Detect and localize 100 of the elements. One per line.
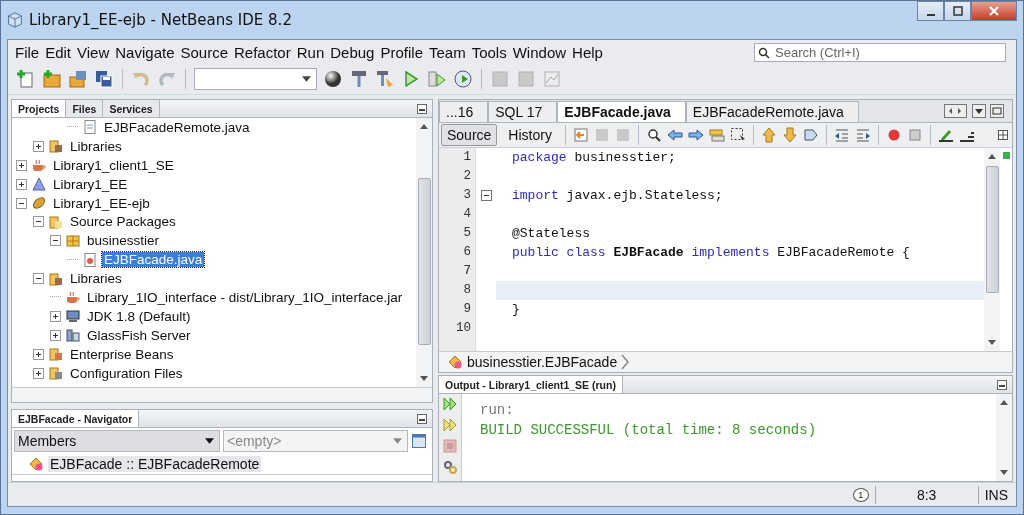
view-tab[interactable]: Source xyxy=(441,124,498,146)
down-arrow-icon[interactable] xyxy=(781,127,798,143)
shift-left-icon[interactable] xyxy=(833,127,850,143)
tree-item[interactable]: Library1_client1_SE xyxy=(51,157,176,173)
minimize-icon[interactable] xyxy=(417,103,427,114)
close-button[interactable] xyxy=(971,1,1017,21)
scroll-up-icon[interactable] xyxy=(420,124,428,129)
notifications-icon[interactable]: 1 xyxy=(852,487,869,502)
shift-right-icon[interactable] xyxy=(854,127,871,143)
menu-item[interactable]: Debug xyxy=(327,43,378,61)
tree-item[interactable]: Configuration Files xyxy=(68,365,185,381)
panel-tab[interactable]: Output - Library1_client1_SE (run) xyxy=(439,376,623,393)
tree-toggle-icon[interactable] xyxy=(16,178,27,190)
minimize-button[interactable] xyxy=(917,1,944,21)
tree-item[interactable]: Libraries xyxy=(68,271,124,287)
tree-toggle-icon[interactable] xyxy=(33,140,44,152)
right-arrow-icon[interactable] xyxy=(687,127,704,143)
comment-icon[interactable] xyxy=(937,127,954,143)
scroll-down-icon[interactable] xyxy=(420,376,428,381)
editor-tab[interactable]: EJBFacade.java xyxy=(557,101,686,122)
search-icon[interactable] xyxy=(645,127,662,143)
minimize-icon[interactable] xyxy=(997,379,1007,390)
view-tab[interactable]: History xyxy=(502,124,558,146)
minimize-icon xyxy=(926,14,935,16)
back-icon[interactable] xyxy=(572,127,589,143)
menu-item[interactable]: Team xyxy=(426,43,469,61)
panel-tab[interactable]: Services xyxy=(103,100,160,117)
fold-icon[interactable] xyxy=(480,190,492,201)
menu-item[interactable]: Window xyxy=(509,43,570,61)
scrollbar[interactable] xyxy=(984,148,1000,351)
menu-item[interactable]: Help xyxy=(569,43,606,61)
panel-tab[interactable]: Files xyxy=(66,100,104,117)
chevron-icon[interactable] xyxy=(621,354,630,370)
tree-item[interactable]: Libraries xyxy=(68,138,124,154)
scroll-down-icon[interactable] xyxy=(988,340,996,345)
members-dropdown[interactable]: Members xyxy=(14,430,220,452)
save-all-icon[interactable] xyxy=(94,69,114,89)
maximize-button[interactable] xyxy=(944,1,971,21)
navigator-item[interactable]: EJBFacade :: EJBFacadeRemote xyxy=(48,456,262,472)
profile-icon[interactable] xyxy=(453,69,473,89)
new-folder-icon[interactable] xyxy=(42,69,62,89)
hammer-icon[interactable] xyxy=(349,69,369,89)
tree-item[interactable]: JDK 1.8 (Default) xyxy=(85,308,193,324)
package-icon xyxy=(65,232,81,249)
tree-item[interactable]: Library_1IO_interface - dist/Library_1IO_interface.jar xyxy=(85,289,405,305)
tree-toggle-icon[interactable] xyxy=(33,273,44,285)
menu-item[interactable]: Run xyxy=(293,43,328,61)
tree-toggle-icon[interactable] xyxy=(50,329,61,341)
bookmark-icon[interactable] xyxy=(802,127,819,143)
menu-item[interactable]: Profile xyxy=(377,43,426,61)
menu-item[interactable]: Source xyxy=(177,43,231,61)
tree-item[interactable]: businesstier xyxy=(85,233,162,249)
tree-toggle-icon[interactable] xyxy=(33,367,44,379)
menu-item[interactable]: File xyxy=(12,43,43,61)
scrollbar[interactable] xyxy=(416,118,432,387)
tree-item[interactable]: EJBFacade.java xyxy=(102,252,205,268)
left-arrow-icon[interactable] xyxy=(666,127,683,143)
tree-item[interactable]: GlassFish Server xyxy=(85,327,193,343)
tree-toggle-icon[interactable] xyxy=(50,235,61,247)
menu-item[interactable]: Edit xyxy=(42,43,75,61)
line-number: 9 xyxy=(463,301,471,318)
window-icon[interactable] xyxy=(411,433,427,449)
tree-toggle-icon[interactable] xyxy=(16,159,27,171)
tree-item[interactable]: Enterprise Beans xyxy=(68,346,176,362)
line-number: 2 xyxy=(463,168,471,185)
selection-icon[interactable] xyxy=(729,127,746,143)
scrollbar[interactable] xyxy=(996,394,1012,481)
menu-item[interactable]: View xyxy=(74,43,113,61)
minimize-icon[interactable] xyxy=(417,413,427,424)
search-field[interactable]: Search (Ctrl+I) xyxy=(754,42,1006,62)
editor-tab[interactable]: SQL 17 xyxy=(488,101,558,122)
clean-build-icon[interactable] xyxy=(375,69,395,89)
menu-item[interactable]: Tools xyxy=(468,43,510,61)
tree-item[interactable]: Source Packages xyxy=(68,214,178,230)
scroll-down-icon[interactable] xyxy=(1000,470,1008,475)
editor-tab[interactable]: EJBFacadeRemote.java xyxy=(685,101,859,122)
rerun-icon[interactable] xyxy=(443,397,457,411)
tree-toggle-icon[interactable] xyxy=(33,216,44,228)
split-icon[interactable] xyxy=(998,130,1008,140)
menu-item[interactable]: Refactor xyxy=(231,43,294,61)
sphere-icon[interactable] xyxy=(323,69,343,89)
java-file-icon xyxy=(82,119,98,136)
settings-icon[interactable] xyxy=(443,460,457,474)
tree-toggle-icon[interactable] xyxy=(50,310,61,322)
tree-toggle-icon[interactable] xyxy=(16,197,27,209)
panel-tab[interactable]: Projects xyxy=(12,100,67,117)
scroll-up-icon[interactable] xyxy=(1000,400,1008,405)
new-file-icon[interactable] xyxy=(16,69,36,89)
panel-tab[interactable]: EJBFacade - Navigator xyxy=(12,410,140,427)
tree-item[interactable]: EJBFacadeRemote.java xyxy=(102,119,252,135)
scrollbar[interactable] xyxy=(12,387,432,402)
open-folder-icon[interactable] xyxy=(68,69,88,89)
scroll-up-icon[interactable] xyxy=(988,154,996,159)
tree-toggle-icon[interactable] xyxy=(33,348,44,360)
tree-item[interactable]: Library1_EE-ejb xyxy=(51,195,152,211)
up-arrow-icon[interactable] xyxy=(760,127,777,143)
tree-item[interactable]: Library1_EE xyxy=(51,176,130,192)
editor-tab[interactable]: ...16 xyxy=(439,101,489,122)
menu-item[interactable]: Navigate xyxy=(112,43,178,61)
toggle-highlight-icon[interactable] xyxy=(708,127,725,143)
